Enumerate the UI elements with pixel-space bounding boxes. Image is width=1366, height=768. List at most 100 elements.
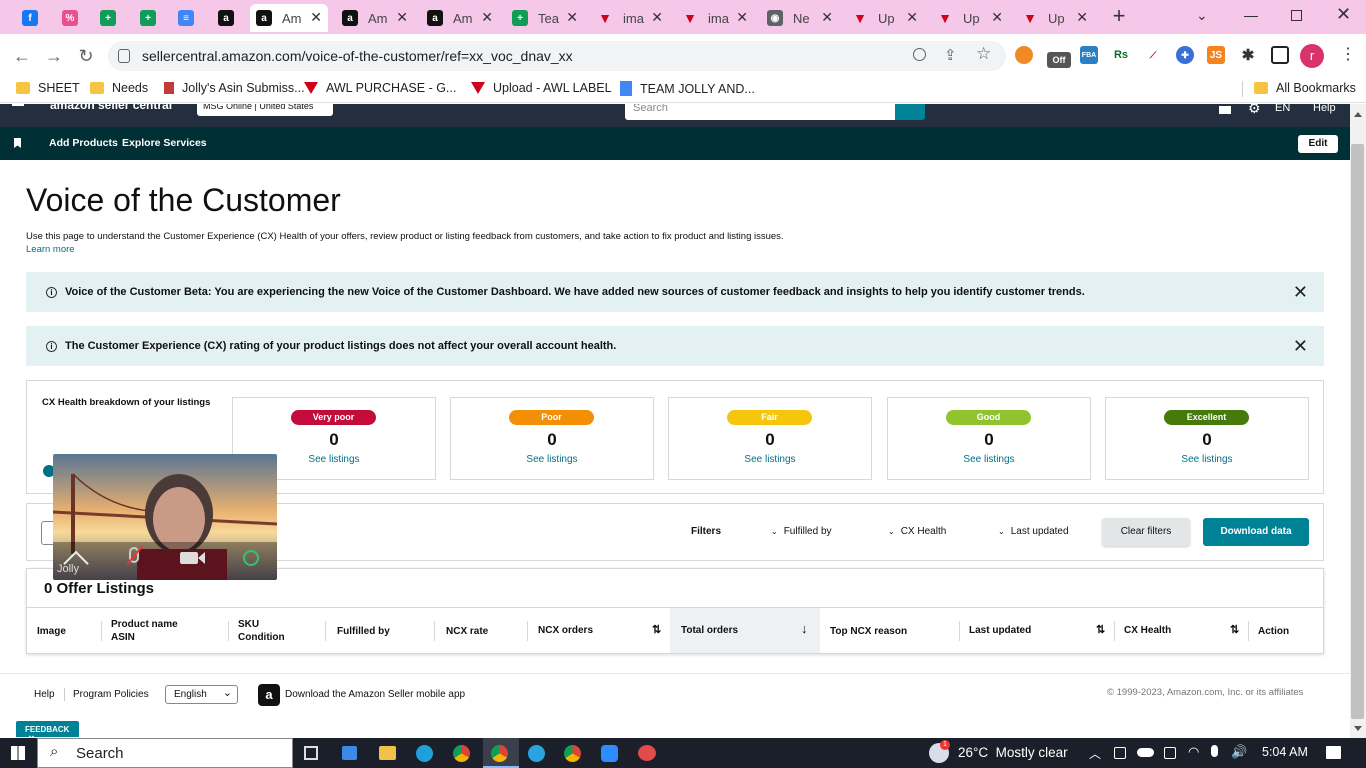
col-cx-health[interactable]: CX Health <box>1124 624 1171 637</box>
tab-close-icon[interactable]: ✕ <box>481 9 493 26</box>
nav-add-products[interactable]: Add Products <box>49 137 118 149</box>
see-listings-link[interactable]: See listings <box>888 454 1090 465</box>
rs-ext-icon[interactable]: Rs <box>1112 46 1130 64</box>
edge-icon[interactable] <box>416 745 433 762</box>
wifi-icon[interactable]: ◠ <box>1188 744 1199 760</box>
bookmark-item[interactable]: TEAM JOLLY AND... <box>620 81 755 96</box>
store-icon[interactable] <box>342 746 357 760</box>
browser-tab[interactable]: ▼ Up ✕ <box>846 4 924 32</box>
weather-text[interactable]: 26°C Mostly clear <box>958 745 1068 760</box>
windows-start-icon[interactable] <box>11 746 25 760</box>
site-info-icon[interactable] <box>118 49 130 63</box>
tab-close-icon[interactable]: ✕ <box>736 9 748 26</box>
new-tab-button[interactable]: + <box>1109 5 1129 28</box>
scroll-down-arrow-icon[interactable] <box>1354 726 1362 731</box>
off-ext-icon[interactable]: Off <box>1047 52 1071 68</box>
browser-tab[interactable]: ≡ <box>172 4 210 32</box>
notification-icon[interactable] <box>1326 746 1341 759</box>
window-close-button[interactable]: ✕ <box>1336 4 1351 25</box>
zoom-app-icon[interactable] <box>601 745 618 762</box>
browser-tab[interactable]: a Am ✕ <box>336 4 414 32</box>
scroll-up-arrow-icon[interactable] <box>1354 112 1362 117</box>
col-total-orders[interactable]: Total orders <box>681 624 738 637</box>
store-selector[interactable]: MSG Online | United States <box>197 104 333 116</box>
firefox-ext-icon[interactable] <box>1015 46 1033 64</box>
tab-close-icon[interactable]: ✕ <box>906 9 918 26</box>
video-call-overlay[interactable]: Jolly <box>53 454 277 580</box>
edit-nav-button[interactable]: Edit <box>1298 135 1338 153</box>
tray-chevron-icon[interactable]: ︿ <box>1089 745 1101 762</box>
tray-app-icon[interactable] <box>1114 747 1126 759</box>
help-link[interactable]: Help <box>1313 104 1336 114</box>
see-listings-link[interactable]: See listings <box>451 454 653 465</box>
tab-close-icon[interactable]: ✕ <box>821 9 833 26</box>
browser-tab[interactable]: + <box>94 4 132 32</box>
mail-icon[interactable] <box>1219 106 1231 114</box>
browser-tab[interactable]: a Am ✕ <box>250 4 328 32</box>
bookmark-item[interactable]: Upload - AWL LABEL <box>471 81 612 95</box>
hamburger-icon[interactable] <box>12 104 24 106</box>
browser-tab[interactable]: a <box>212 4 250 32</box>
puzzle-icon[interactable]: ✱ <box>1239 46 1257 64</box>
chrome-profile-icon[interactable] <box>564 745 581 762</box>
browser-tab[interactable]: ▼ Up ✕ <box>931 4 1009 32</box>
fulfilled-by-filter[interactable]: ⌄ Fulfilled by <box>771 526 832 537</box>
gear-icon[interactable]: ⚙ <box>1248 104 1261 117</box>
browser-tab[interactable]: ◉ Ne ✕ <box>761 4 839 32</box>
last-updated-filter[interactable]: ⌄ Last updated <box>998 526 1069 537</box>
close-icon[interactable]: ✕ <box>1293 336 1308 357</box>
popout-icon[interactable] <box>243 550 259 566</box>
footer-help-link[interactable]: Help <box>34 689 55 700</box>
browser-tab[interactable]: ▼ Up ✕ <box>1016 4 1094 32</box>
file-explorer-icon[interactable] <box>379 746 396 760</box>
tab-close-icon[interactable]: ✕ <box>991 9 1003 26</box>
cx-health-filter[interactable]: ⌄ CX Health <box>888 526 946 537</box>
seller-search-input[interactable]: Search <box>625 104 895 120</box>
bookmark-item[interactable]: SHEET <box>16 81 80 95</box>
tab-search-chevron-icon[interactable]: ⌄ <box>1196 7 1208 24</box>
slash-ext-icon[interactable]: ⟋ <box>1144 46 1162 64</box>
browser-menu-icon[interactable]: ⋮ <box>1340 44 1356 66</box>
omnibox[interactable]: sellercentral.amazon.com/voice-of-the-cu… <box>108 41 1006 71</box>
language-selector[interactable]: EN <box>1275 104 1290 114</box>
download-app-link[interactable]: Download the Amazon Seller mobile app <box>285 689 465 700</box>
tab-close-icon[interactable]: ✕ <box>396 9 408 26</box>
camera-icon[interactable] <box>180 552 198 564</box>
fba-ext-icon[interactable]: FBA <box>1080 46 1098 64</box>
clock[interactable]: 5:04 AM <box>1262 745 1308 759</box>
seller-central-logo[interactable]: amazon seller central <box>50 104 172 112</box>
blue-ext-icon[interactable]: ✚ <box>1176 46 1194 64</box>
sort-icon[interactable]: ⇅ <box>1096 624 1105 637</box>
browser-tab[interactable]: f <box>16 4 54 32</box>
telegram-icon[interactable] <box>528 745 545 762</box>
onedrive-icon[interactable] <box>1137 748 1154 757</box>
zoom-icon[interactable] <box>913 48 926 61</box>
page-scrollbar[interactable] <box>1350 104 1366 738</box>
reload-icon[interactable]: ↻ <box>74 44 98 68</box>
browser-tab[interactable]: + <box>134 4 172 32</box>
chrome-icon[interactable] <box>453 745 470 762</box>
clear-filters-button[interactable]: Clear filters <box>1102 518 1190 546</box>
browser-tab[interactable]: ▼ ima ✕ <box>591 4 669 32</box>
profile-avatar[interactable]: r <box>1300 44 1324 68</box>
search-button[interactable] <box>895 104 925 120</box>
volume-icon[interactable]: 🔊 <box>1231 744 1247 760</box>
sort-icon[interactable]: ⇅ <box>1230 624 1239 637</box>
see-listings-link[interactable]: See listings <box>1106 454 1308 465</box>
close-icon[interactable]: ✕ <box>1293 282 1308 303</box>
all-bookmarks[interactable]: All Bookmarks <box>1254 81 1356 95</box>
window-restore-button[interactable] <box>1291 10 1302 21</box>
app-icon[interactable] <box>638 745 656 761</box>
browser-tab[interactable]: a Am ✕ <box>421 4 499 32</box>
scroll-thumb[interactable] <box>1351 144 1364 719</box>
url-text[interactable]: sellercentral.amazon.com/voice-of-the-cu… <box>142 48 573 64</box>
tab-close-icon[interactable]: ✕ <box>651 9 663 26</box>
bookmark-item[interactable]: AWL PURCHASE - G... <box>304 81 456 95</box>
back-arrow-icon[interactable]: ← <box>10 44 34 68</box>
browser-tab[interactable]: + Tea ✕ <box>506 4 584 32</box>
taskbar-search-box[interactable]: ⌕ Search <box>37 738 293 768</box>
browser-tab[interactable]: % <box>56 4 94 32</box>
side-panel-icon[interactable] <box>1271 46 1289 64</box>
col-ncx-orders[interactable]: NCX orders <box>538 624 593 637</box>
nav-explore-services[interactable]: Explore Services <box>122 137 207 149</box>
